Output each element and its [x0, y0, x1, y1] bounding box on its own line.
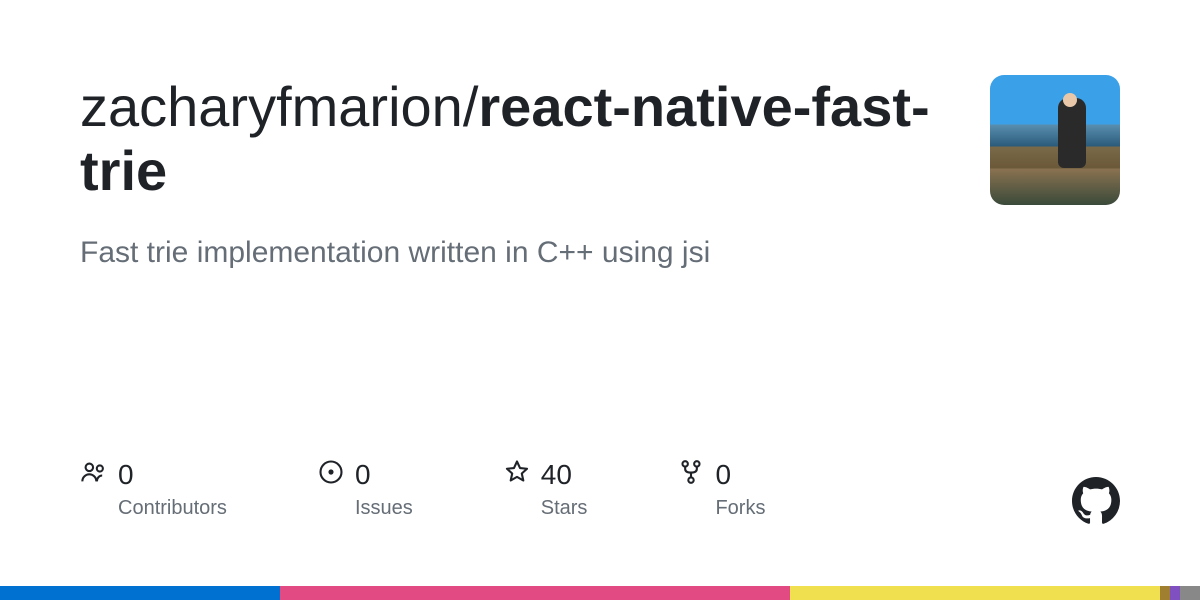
- language-segment: [280, 586, 790, 600]
- language-stripe: [0, 586, 1200, 600]
- contributors-label: Contributors: [118, 497, 227, 520]
- stat-issues[interactable]: 0 Issues: [317, 458, 413, 520]
- language-segment: [790, 586, 1160, 600]
- repo-owner[interactable]: zacharyfmarion: [80, 75, 463, 138]
- forks-label: Forks: [715, 497, 765, 520]
- stat-stars[interactable]: 40 Stars: [503, 458, 588, 520]
- issues-label: Issues: [355, 497, 413, 520]
- forks-value: 0: [715, 459, 731, 491]
- stars-label: Stars: [541, 497, 588, 520]
- repo-separator: /: [463, 75, 479, 138]
- language-segment: [0, 586, 280, 600]
- repo-stats: 0 Contributors 0 Issues 40 Stars 0 Forks: [80, 458, 765, 520]
- language-segment: [1170, 586, 1180, 600]
- github-logo-icon[interactable]: [1072, 477, 1120, 525]
- language-segment: [1180, 586, 1200, 600]
- people-icon: [80, 458, 108, 491]
- stars-value: 40: [541, 459, 572, 491]
- language-segment: [1160, 586, 1170, 600]
- stat-forks[interactable]: 0 Forks: [677, 458, 765, 520]
- contributors-value: 0: [118, 459, 134, 491]
- fork-icon: [677, 458, 705, 491]
- repo-description: Fast trie implementation written in C++ …: [80, 232, 950, 274]
- issues-value: 0: [355, 459, 371, 491]
- owner-avatar[interactable]: [990, 75, 1120, 205]
- repo-title: zacharyfmarion/react-native-fast-trie: [80, 75, 950, 204]
- star-icon: [503, 458, 531, 491]
- issue-icon: [317, 458, 345, 491]
- stat-contributors[interactable]: 0 Contributors: [80, 458, 227, 520]
